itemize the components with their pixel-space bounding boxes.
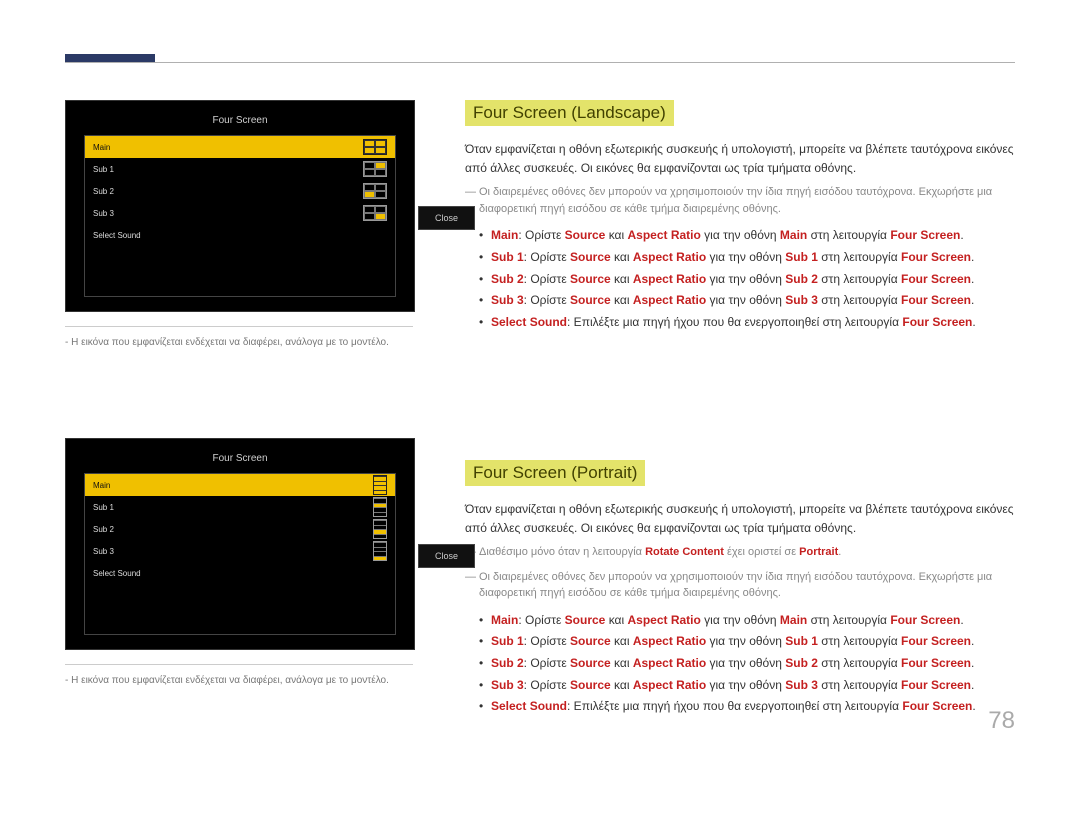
osd-row-sound: Select Sound [85, 562, 395, 584]
heading-landscape: Four Screen (Landscape) [465, 100, 674, 126]
page-number: 78 [988, 707, 1015, 735]
osd-close-button: Close [418, 544, 475, 568]
osd-row-sound: Select Sound [85, 224, 395, 246]
body-text: Όταν εμφανίζεται η οθόνη εξωτερικής συσκ… [465, 140, 1015, 178]
osd-row-main: Main [85, 136, 395, 158]
list-item: Select Sound: Επιλέξτε μια πηγή ήχου που… [479, 312, 1015, 334]
layout-thumb-icon [363, 139, 387, 155]
osd-row-sub2: Sub 2 [85, 180, 395, 202]
layout-thumb-icon [373, 519, 387, 539]
list-item: Sub 2: Ορίστε Source και Aspect Ratio γι… [479, 653, 1015, 675]
heading-portrait: Four Screen (Portrait) [465, 460, 645, 486]
header-rule [65, 62, 1015, 63]
osd-row-sub3: Sub 3 [85, 202, 395, 224]
list-item: Sub 3: Ορίστε Source και Aspect Ratio γι… [479, 675, 1015, 697]
bullet-list: Main: Ορίστε Source και Aspect Ratio για… [465, 225, 1015, 333]
osd-menu: Main Sub 1 Sub 2 Sub 3 [84, 135, 396, 297]
osd-menu: Main Sub 1 Sub 2 Sub 3 [84, 473, 396, 635]
list-item: Sub 3: Ορίστε Source και Aspect Ratio γι… [479, 290, 1015, 312]
image-caption: - Η εικόνα που εμφανίζεται ενδέχεται να … [65, 326, 413, 348]
list-item: Main: Ορίστε Source και Aspect Ratio για… [479, 225, 1015, 247]
osd-portrait: Four Screen Main Sub 1 Sub 2 [65, 438, 415, 650]
layout-thumb-icon [363, 205, 387, 221]
osd-row-main: Main [85, 474, 395, 496]
bullet-list: Main: Ορίστε Source και Aspect Ratio για… [465, 610, 1015, 718]
list-item: Select Sound: Επιλέξτε μια πηγή ήχου που… [479, 696, 1015, 718]
layout-thumb-icon [373, 475, 387, 495]
osd-row-sub2: Sub 2 [85, 518, 395, 540]
osd-close-button: Close [418, 206, 475, 230]
osd-title: Four Screen [66, 115, 414, 126]
osd-row-sub1: Sub 1 [85, 496, 395, 518]
list-item: Sub 2: Ορίστε Source και Aspect Ratio γι… [479, 269, 1015, 291]
image-caption: - Η εικόνα που εμφανίζεται ενδέχεται να … [65, 664, 413, 686]
osd-title: Four Screen [66, 453, 414, 464]
body-text: Όταν εμφανίζεται η οθόνη εξωτερικής συσκ… [465, 500, 1015, 538]
list-item: Main: Ορίστε Source και Aspect Ratio για… [479, 610, 1015, 632]
header-tab [65, 54, 155, 62]
layout-thumb-icon [363, 161, 387, 177]
osd-row-sub1: Sub 1 [85, 158, 395, 180]
list-item: Sub 1: Ορίστε Source και Aspect Ratio γι… [479, 631, 1015, 653]
osd-row-sub3: Sub 3 [85, 540, 395, 562]
footnote-avail: ―Διαθέσιμο μόνο όταν η λειτουργία Rotate… [465, 544, 1015, 561]
footnote: ―Οι διαιρεμένες οθόνες δεν μπορούν να χρ… [465, 184, 1015, 217]
layout-thumb-icon [363, 183, 387, 199]
list-item: Sub 1: Ορίστε Source και Aspect Ratio γι… [479, 247, 1015, 269]
layout-thumb-icon [373, 541, 387, 561]
footnote: ―Οι διαιρεμένες οθόνες δεν μπορούν να χρ… [465, 569, 1015, 602]
layout-thumb-icon [373, 497, 387, 517]
osd-landscape: Four Screen Main Sub 1 Sub 2 [65, 100, 415, 312]
